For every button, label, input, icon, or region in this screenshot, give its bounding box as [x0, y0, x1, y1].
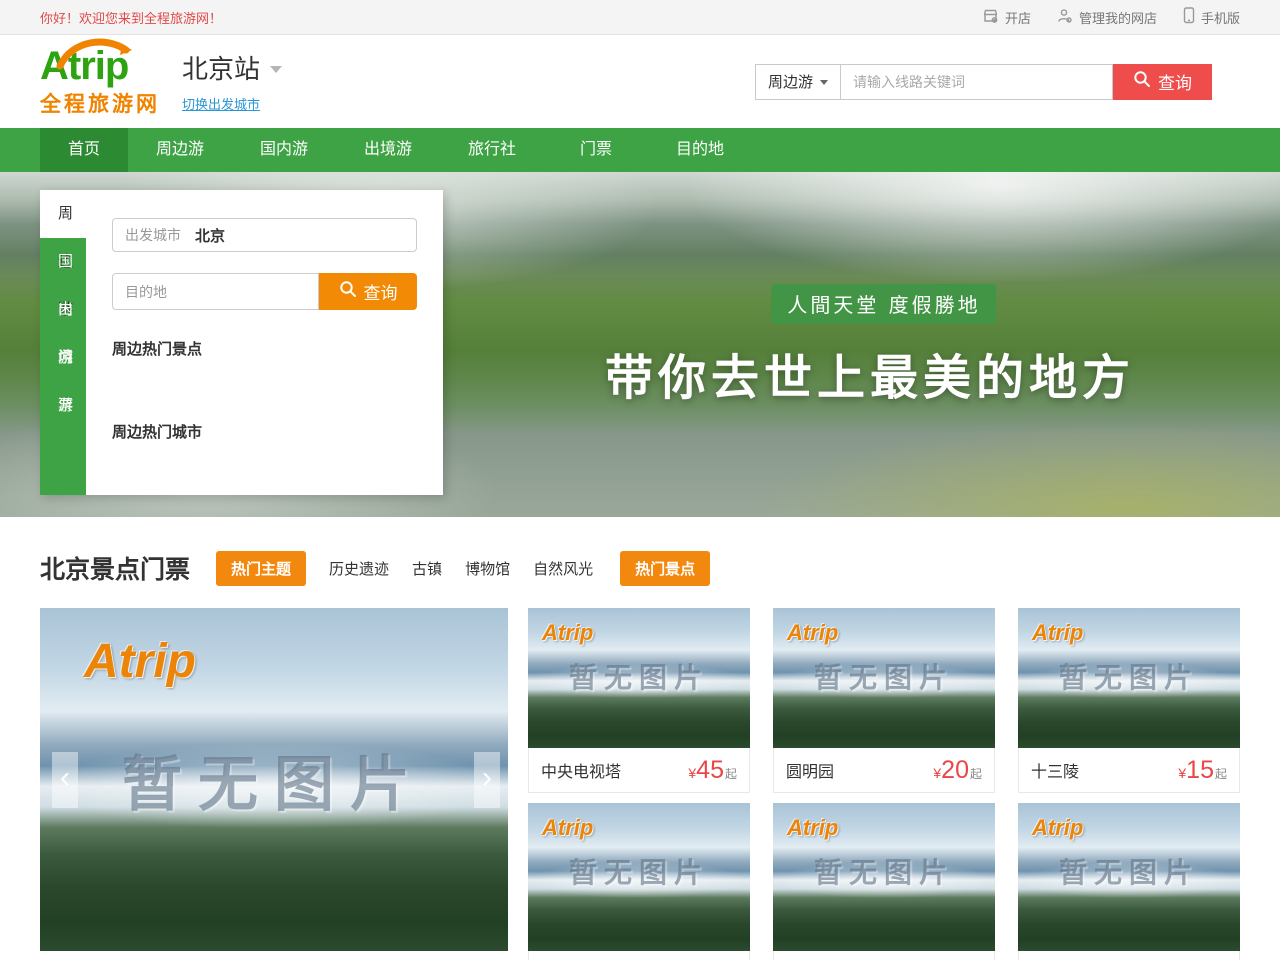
hero-badge: 人間天堂 度假勝地 — [771, 284, 996, 324]
card-price: ¥ 15 起 — [1178, 758, 1227, 783]
ticket-card-cctv-tower[interactable]: Atrip 暂无图片 中央电视塔 ¥ 45 起 — [528, 608, 750, 793]
nav-item-domestic[interactable]: 国内游 — [232, 128, 336, 172]
placeholder-logo: Atrip — [84, 634, 196, 689]
departure-city-field[interactable]: 出发城市 北京 — [112, 218, 417, 252]
caret-down-icon — [270, 66, 282, 73]
hot-cities-heading: 周边热门城市 — [112, 421, 417, 442]
no-image-placeholder: Atrip 暂无图片 — [1018, 803, 1240, 951]
panel-tabs: 周边游 国内游 出境游 门票 — [40, 190, 86, 495]
ticket-card[interactable]: Atrip 暂无图片 — [1018, 803, 1240, 960]
logo-swoosh-icon — [54, 36, 136, 77]
station-selector[interactable]: 北京站 — [182, 49, 282, 86]
chevron-down-icon — [820, 80, 828, 85]
panel-tab-domestic[interactable]: 国内游 — [40, 238, 86, 286]
no-image-placeholder: Atrip 暂无图片 — [40, 608, 508, 951]
ticket-filters: 热门主题 历史遗迹 古镇 博物馆 自然风光 热门景点 — [216, 551, 710, 586]
logo-subtitle: 全程旅游网 — [40, 88, 160, 118]
mobile-icon — [1183, 7, 1195, 27]
nav-item-nearby[interactable]: 周边游 — [128, 128, 232, 172]
hero-title: 带你去世上最美的地方 — [605, 338, 1135, 408]
header-search: 周边游 查询 — [755, 64, 1212, 100]
hot-spots-heading: 周边热门景点 — [112, 338, 417, 359]
manage-shop-link[interactable]: 管理我的网店 — [1057, 8, 1157, 27]
user-icon — [1057, 8, 1073, 27]
card-title: 圆明园 — [786, 758, 834, 782]
nav-item-home[interactable]: 首页 — [40, 128, 128, 172]
carousel-next-arrow-icon[interactable]: › — [474, 752, 500, 808]
destination-input[interactable] — [112, 273, 319, 310]
filter-hot-spots[interactable]: 热门景点 — [620, 551, 710, 586]
nav-item-tickets[interactable]: 门票 — [544, 128, 648, 172]
filter-ancient-towns[interactable]: 古镇 — [412, 558, 442, 579]
city-station: 北京站 切换出发城市 — [182, 49, 282, 114]
search-icon — [1133, 70, 1151, 93]
panel-body: 出发城市 北京 查询 周边热门景点 周边热门城市 — [86, 190, 443, 495]
carousel-prev-arrow-icon[interactable]: ‹ — [52, 752, 78, 808]
mobile-version-link[interactable]: 手机版 — [1183, 7, 1240, 27]
filter-historic-sites[interactable]: 历史遗迹 — [329, 558, 389, 579]
filter-nature[interactable]: 自然风光 — [533, 558, 593, 579]
site-logo[interactable]: Atrip 全程旅游网 — [40, 46, 160, 118]
panel-tab-outbound[interactable]: 出境游 — [40, 286, 86, 334]
panel-tab-nearby[interactable]: 周边游 — [40, 190, 86, 238]
trip-search-panel: 周边游 国内游 出境游 门票 出发城市 北京 查询 周边热门景点 周边热门城市 — [40, 190, 443, 495]
switch-city-link[interactable]: 切换出发城市 — [182, 94, 260, 113]
ticket-card-grid: Atrip 暂无图片 中央电视塔 ¥ 45 起 Atrip 暂无图片 — [528, 608, 1240, 960]
departure-label: 出发城市 — [125, 225, 181, 245]
search-category-select[interactable]: 周边游 — [755, 64, 841, 100]
card-price: ¥ 45 起 — [688, 758, 737, 783]
topbar-links: 开店 管理我的网店 手机版 — [982, 7, 1240, 27]
ticket-card[interactable]: Atrip 暂无图片 — [773, 803, 995, 960]
section-title: 北京景点门票 — [40, 550, 190, 586]
filter-museums[interactable]: 博物馆 — [465, 558, 510, 579]
open-shop-link[interactable]: 开店 — [982, 8, 1031, 27]
nav-item-outbound[interactable]: 出境游 — [336, 128, 440, 172]
ticket-card-ming-tombs[interactable]: Atrip 暂无图片 十三陵 ¥ 15 起 — [1018, 608, 1240, 793]
departure-value: 北京 — [195, 225, 225, 246]
filter-hot-themes[interactable]: 热门主题 — [216, 551, 306, 586]
hero-banner: 人間天堂 度假勝地 带你去世上最美的地方 周边游 国内游 出境游 门票 出发城市… — [0, 172, 1280, 517]
panel-tab-tickets[interactable]: 门票 — [40, 334, 86, 382]
search-input[interactable] — [841, 64, 1113, 100]
ticket-card-yuanmingyuan[interactable]: Atrip 暂无图片 圆明园 ¥ 20 起 — [773, 608, 995, 793]
no-image-placeholder: Atrip 暂无图片 — [528, 608, 750, 748]
welcome-text: 你好！欢迎您来到全程旅游网！ — [40, 8, 222, 27]
card-title: 十三陵 — [1031, 758, 1079, 782]
main-nav: 首页 周边游 国内游 出境游 旅行社 门票 目的地 — [0, 128, 1280, 172]
card-price: ¥ 20 起 — [933, 758, 982, 783]
tickets-section-header: 北京景点门票 热门主题 历史遗迹 古镇 博物馆 自然风光 热门景点 — [40, 550, 1240, 586]
no-image-placeholder: Atrip 暂无图片 — [1018, 608, 1240, 748]
placeholder-watermark: 暂无图片 — [40, 736, 508, 823]
no-image-placeholder: Atrip 暂无图片 — [773, 608, 995, 748]
search-icon — [339, 280, 357, 303]
header: Atrip 全程旅游网 北京站 切换出发城市 周边游 查询 — [0, 35, 1280, 128]
panel-search-button[interactable]: 查询 — [319, 273, 417, 310]
featured-carousel[interactable]: Atrip 暂无图片 ‹ › — [40, 608, 508, 951]
no-image-placeholder: Atrip 暂无图片 — [528, 803, 750, 951]
ticket-card[interactable]: Atrip 暂无图片 — [528, 803, 750, 960]
card-title: 中央电视塔 — [541, 758, 621, 782]
no-image-placeholder: Atrip 暂无图片 — [773, 803, 995, 951]
shop-icon — [982, 8, 999, 27]
nav-item-agency[interactable]: 旅行社 — [440, 128, 544, 172]
search-button[interactable]: 查询 — [1113, 64, 1212, 100]
topbar: 你好！欢迎您来到全程旅游网！ 开店 管理我的网店 手机版 — [0, 0, 1280, 35]
nav-item-destination[interactable]: 目的地 — [648, 128, 752, 172]
